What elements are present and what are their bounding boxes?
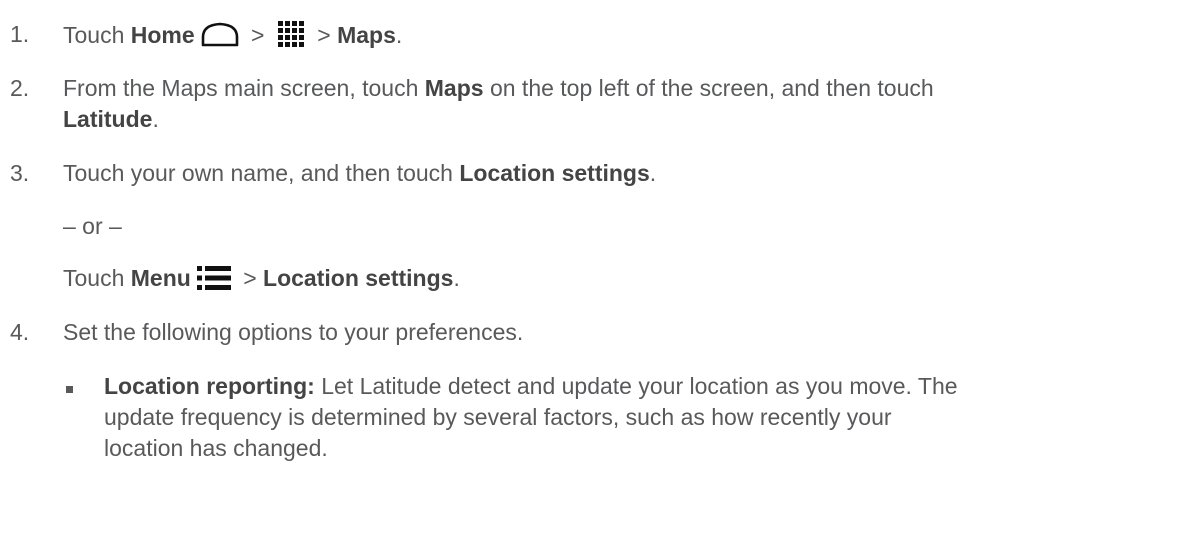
bullet-line-3: location has changed. <box>104 435 328 461</box>
bullet-text: Let Latitude detect and update your loca… <box>314 373 958 399</box>
step-3-text: Touch your own name, and then touch Loca… <box>63 159 656 187</box>
location-reporting-label: Location reporting: <box>104 373 315 399</box>
step-1-prefix: Touch <box>63 22 131 48</box>
bullet-line-1: Location reporting: Let Latitude detect … <box>104 372 958 400</box>
step-2-prefix: From the Maps main screen, touch <box>63 75 425 101</box>
location-settings-label: Location settings <box>459 160 650 186</box>
apps-grid-icon <box>277 20 305 54</box>
maps-label: Maps <box>424 75 484 101</box>
step-1-text: Touch Home > > Maps. <box>63 20 402 54</box>
step-3-alt-prefix: Touch <box>63 265 131 291</box>
step-number: 1. <box>10 21 30 47</box>
home-icon <box>201 21 239 53</box>
location-settings-label: Location settings <box>263 265 454 291</box>
maps-label: Maps <box>337 22 396 48</box>
step-number: 3. <box>10 160 30 186</box>
step-2-line-1: From the Maps main screen, touch Maps on… <box>63 74 934 102</box>
step-3-alt-separator: > <box>236 265 264 291</box>
step-2-line-2: Latitude. <box>63 105 159 133</box>
step-4-text: Set the following options to your prefer… <box>63 319 524 345</box>
menu-label: Menu <box>130 265 191 291</box>
bullet-marker <box>66 386 73 393</box>
step-3-prefix: Touch your own name, and then touch <box>63 160 460 186</box>
menu-icon <box>196 265 231 297</box>
or-separator: – or – <box>63 213 122 239</box>
bullet-line-2: update frequency is determined by severa… <box>104 404 892 430</box>
step-3-alt-suffix: . <box>453 265 460 291</box>
step-1-separator: > <box>244 22 271 48</box>
step-number: 2. <box>10 75 30 101</box>
step-number: 4. <box>10 319 30 345</box>
step-2-line-2-suffix: . <box>152 106 159 132</box>
latitude-label: Latitude <box>63 106 153 132</box>
step-1-suffix: . <box>395 22 403 48</box>
step-3-suffix: . <box>649 160 657 186</box>
step-2-suffix: on the top left of the screen, and then … <box>483 75 934 101</box>
step-3-alt-text: Touch Menu > Location settings. <box>63 264 460 297</box>
step-1-separator: > <box>310 22 338 48</box>
home-label: Home <box>130 22 195 48</box>
